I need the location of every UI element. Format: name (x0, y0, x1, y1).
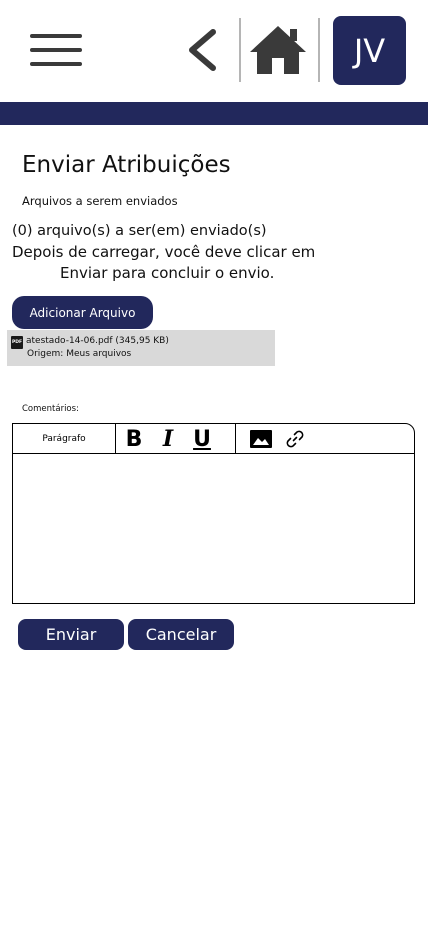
back-button[interactable] (180, 26, 224, 74)
header-divider (239, 18, 241, 82)
section-subtitle: Arquivos a serem enviados (22, 194, 178, 208)
link-icon (286, 430, 304, 448)
hamburger-menu-icon[interactable] (30, 34, 84, 68)
pdf-file-icon: PDF (11, 336, 23, 349)
file-count-text: (0) arquivo(s) a ser(em) enviado(s) (12, 223, 267, 239)
home-button[interactable] (248, 24, 308, 78)
cancel-button[interactable]: Cancelar (128, 619, 234, 650)
insert-image-button[interactable] (249, 424, 273, 454)
instruction-text: Depois de carregar, você deve clicar em … (12, 242, 342, 284)
instruction-line-2: Enviar para concluir o envio. (60, 264, 275, 282)
home-icon (250, 26, 306, 74)
file-origin: Origem: Meus arquivos (27, 349, 132, 359)
insert-link-button[interactable] (283, 424, 307, 454)
user-avatar[interactable]: JV (333, 16, 406, 85)
header-divider (318, 18, 320, 82)
add-file-button[interactable]: Adicionar Arquivo (12, 296, 153, 329)
image-icon (250, 430, 272, 448)
comments-editor: Parágrafo B I U (12, 423, 415, 604)
comments-textarea[interactable] (13, 455, 414, 603)
toolbar-divider (235, 424, 236, 454)
editor-toolbar: Parágrafo B I U (13, 424, 414, 454)
bold-button[interactable]: B (121, 424, 147, 454)
paragraph-style-select[interactable]: Parágrafo (13, 424, 115, 454)
instruction-line-1: Depois de carregar, você deve clicar em (12, 243, 316, 261)
file-list-item[interactable]: PDF atestado-14-06.pdf (345,95 KB) Orige… (7, 330, 275, 366)
italic-button[interactable]: I (156, 424, 180, 454)
page-title: Enviar Atribuições (22, 152, 231, 178)
underline-button[interactable]: U (189, 424, 215, 454)
file-name: atestado-14-06.pdf (345,95 KB) (26, 336, 169, 346)
brand-stripe (0, 102, 428, 125)
top-navigation-bar: JV (0, 0, 428, 102)
comments-label: Comentários: (22, 404, 79, 414)
submit-button[interactable]: Enviar (18, 619, 124, 650)
toolbar-divider (115, 424, 116, 454)
chevron-left-icon (189, 29, 216, 71)
